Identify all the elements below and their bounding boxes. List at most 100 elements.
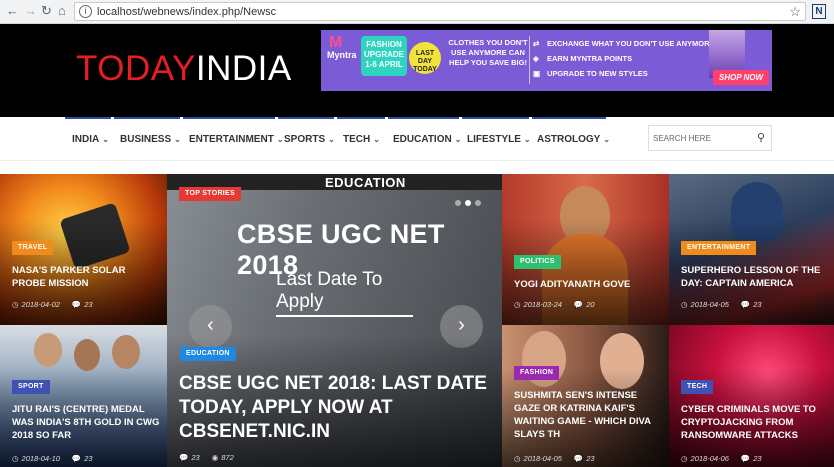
site-header: TODAYINDIA M Myntra FASHION UPGRADE 1-6 … xyxy=(0,24,834,117)
search-box: ⚲ xyxy=(648,125,772,151)
card-meta: ◷ 2018-04-05 💬 23 xyxy=(514,454,595,463)
ad-line-2: ◈ EARN MYNTRA POINTS xyxy=(533,54,632,63)
chevron-down-icon: ⌄ xyxy=(523,135,531,144)
card-headline[interactable]: NASA'S PARKER SOLAR PROBE MISSION xyxy=(12,264,160,290)
nav-label: INDIA xyxy=(72,134,100,145)
card-date: 2018-04-02 xyxy=(21,300,60,309)
search-input[interactable] xyxy=(653,129,749,147)
nav-label: ASTROLOGY xyxy=(537,134,601,145)
ad-line-1-text: EXCHANGE WHAT YOU DON'T USE ANYMORE xyxy=(547,39,715,48)
eye-icon: ◉ xyxy=(211,453,219,462)
clock-icon: ◷ xyxy=(514,300,521,309)
ad-upgrade-badge: FASHION UPGRADE 1-6 APRIL xyxy=(361,36,407,76)
comment-icon: 💬 xyxy=(740,454,751,463)
chevron-down-icon: ⌄ xyxy=(603,135,611,144)
category-badge[interactable]: TECH xyxy=(681,380,714,394)
card-date: 2018-04-05 xyxy=(523,454,562,463)
logo-part-india: INDIA xyxy=(195,49,292,88)
ad-line-3-text: UPGRADE TO NEW STYLES xyxy=(547,69,648,78)
card-comments: 23 xyxy=(753,454,762,463)
card-headline[interactable]: SUPERHERO LESSON OF THE DAY: CAPTAIN AME… xyxy=(681,264,831,290)
card-comments: 23 xyxy=(191,453,200,462)
slider-dot[interactable] xyxy=(475,200,481,206)
chevron-down-icon: ⌄ xyxy=(373,135,380,144)
clock-icon: ◷ xyxy=(681,300,688,309)
featured-headline[interactable]: CBSE UGC NET 2018: LAST DATE TODAY, APPL… xyxy=(179,372,489,444)
nav-label: SPORTS xyxy=(284,134,326,145)
clock-icon: ◷ xyxy=(12,454,19,463)
card-date: 2018-04-10 xyxy=(21,454,60,463)
site-logo[interactable]: TODAYINDIA xyxy=(76,49,292,89)
category-badge[interactable]: POLITICS xyxy=(514,255,561,269)
card-comments: 23 xyxy=(586,454,595,463)
nav-item-tech[interactable]: TECH ⌄ xyxy=(337,117,385,161)
card-date: 2018-03-24 xyxy=(523,300,562,309)
category-badge[interactable]: FASHION xyxy=(514,366,560,380)
card-meta: 💬 23 ◉ 872 xyxy=(179,453,234,462)
nav-label: ENTERTAINMENT xyxy=(189,134,274,145)
card-headline[interactable]: YOGI ADITYANATH GOVE xyxy=(514,278,662,291)
ad-badge-text: FASHION UPGRADE xyxy=(363,40,404,59)
category-badge[interactable]: TRAVEL xyxy=(12,241,54,255)
shop-now-button[interactable]: SHOP NOW xyxy=(713,70,769,85)
athlete-image xyxy=(112,335,140,369)
news-card-fashion[interactable]: FASHION SUSHMITA SEN'S INTENSE GAZE OR K… xyxy=(502,325,669,467)
clock-icon: ◷ xyxy=(514,454,521,463)
nav-label: BUSINESS xyxy=(120,134,172,145)
search-icon[interactable]: ⚲ xyxy=(757,131,765,144)
nav-item-education[interactable]: EDUCATION ⌄ xyxy=(388,117,461,161)
nav-item-entertainment[interactable]: ENTERTAINMENT ⌄ xyxy=(183,117,284,161)
category-badge[interactable]: EDUCATION xyxy=(180,347,236,361)
top-stories-badge[interactable]: TOP STORIES xyxy=(179,187,241,201)
card-headline[interactable]: SUSHMITA SEN'S INTENSE GAZE OR KATRINA K… xyxy=(514,389,666,441)
back-icon[interactable]: ← xyxy=(6,3,19,18)
ad-banner[interactable]: M Myntra FASHION UPGRADE 1-6 APRIL LAST … xyxy=(321,30,772,91)
extension-icon[interactable]: N xyxy=(812,4,826,19)
upgrade-icon: ▣ xyxy=(533,69,541,78)
ad-line-2-text: EARN MYNTRA POINTS xyxy=(547,54,633,63)
forward-icon[interactable]: → xyxy=(24,3,37,18)
news-card-politics[interactable]: POLITICS YOGI ADITYANATH GOVE ◷ 2018-03-2… xyxy=(502,174,669,325)
featured-slider[interactable]: EDUCATION CBSE UGC NET 2018 Last Date To… xyxy=(167,174,502,467)
nav-item-astrology[interactable]: ASTROLOGY ⌄ xyxy=(532,117,610,161)
ad-copy: CLOTHES YOU DON'T USE ANYMORE CAN HELP Y… xyxy=(448,38,528,67)
card-comments: 20 xyxy=(586,300,595,309)
logo-part-today: TODAY xyxy=(76,49,196,88)
athlete-image xyxy=(74,339,100,371)
card-headline[interactable]: CYBER CRIMINALS MOVE TO CRYPTOJACKING FR… xyxy=(681,403,831,442)
nav-item-lifestyle[interactable]: LIFESTYLE ⌄ xyxy=(462,117,531,161)
comment-icon: 💬 xyxy=(573,454,584,463)
category-badge[interactable]: ENTERTAINMENT xyxy=(681,241,757,255)
reload-icon[interactable]: ↻ xyxy=(41,3,52,19)
nav-item-sports[interactable]: SPORTS ⌄ xyxy=(278,117,335,161)
nav-item-india[interactable]: INDIA ⌄ xyxy=(65,117,111,161)
comment-icon: 💬 xyxy=(71,454,82,463)
home-icon[interactable]: ⌂ xyxy=(58,3,66,18)
news-card-tech[interactable]: TECH CYBER CRIMINALS MOVE TO CRYPTOJACKI… xyxy=(669,325,834,467)
card-meta: ◷ 2018-04-05 💬 23 xyxy=(681,300,762,309)
card-meta: ◷ 2018-04-02 💬 23 xyxy=(12,300,93,309)
ad-divider xyxy=(529,36,530,84)
comment-icon: 💬 xyxy=(71,300,82,309)
card-headline[interactable]: JITU RAI'S (CENTRE) MEDAL WAS INDIA'S 8T… xyxy=(12,403,162,442)
card-shade xyxy=(502,219,669,325)
ad-line-3: ▣ UPGRADE TO NEW STYLES xyxy=(533,69,648,78)
news-card-travel[interactable]: TRAVEL NASA'S PARKER SOLAR PROBE MISSION… xyxy=(0,174,167,325)
clock-icon: ◷ xyxy=(681,454,688,463)
address-bar[interactable]: i localhost/webnews/index.php/Newsc ☆ xyxy=(74,2,806,21)
browser-toolbar: ← → ↻ ⌂ i localhost/webnews/index.php/Ne… xyxy=(0,0,834,24)
slider-dot[interactable] xyxy=(455,200,461,206)
news-card-sport[interactable]: SPORT JITU RAI'S (CENTRE) MEDAL WAS INDI… xyxy=(0,325,167,467)
news-card-entertainment[interactable]: ENTERTAINMENT SUPERHERO LESSON OF THE DA… xyxy=(669,174,834,325)
chevron-down-icon: ⌄ xyxy=(174,135,181,144)
nav-item-business[interactable]: BUSINESS ⌄ xyxy=(114,117,181,161)
ad-brand: Myntra xyxy=(327,50,357,60)
nav-label: LIFESTYLE xyxy=(467,134,521,145)
info-icon[interactable]: i xyxy=(79,5,92,18)
slider-dot[interactable] xyxy=(465,200,471,206)
nav-label: TECH xyxy=(343,134,371,145)
url-text[interactable]: localhost/webnews/index.php/Newsc xyxy=(97,6,276,18)
star-icon[interactable]: ☆ xyxy=(789,4,801,20)
category-badge[interactable]: SPORT xyxy=(12,380,50,394)
points-icon: ◈ xyxy=(533,54,539,63)
